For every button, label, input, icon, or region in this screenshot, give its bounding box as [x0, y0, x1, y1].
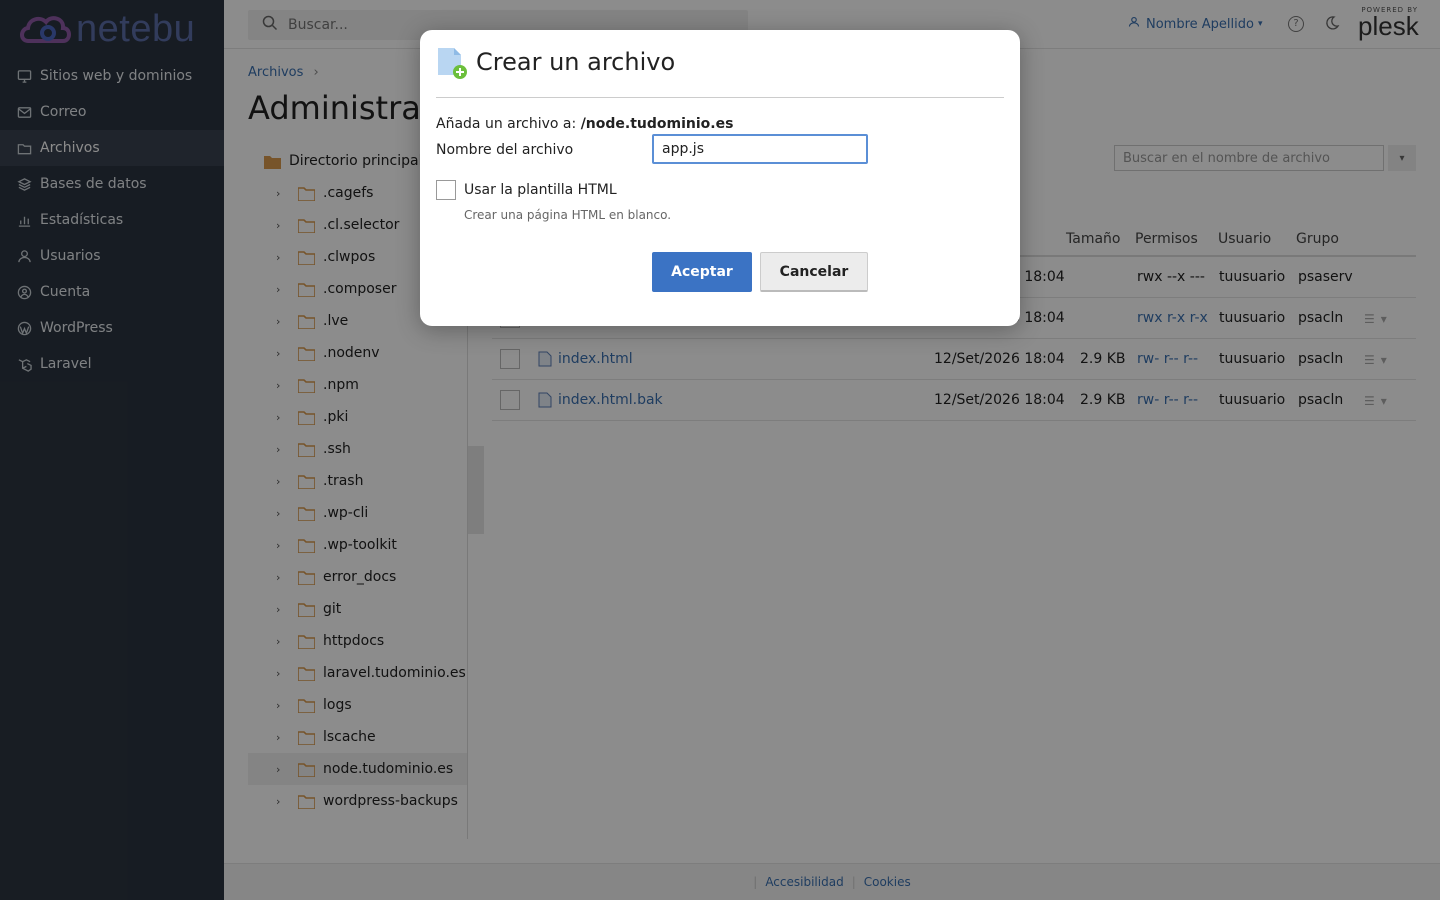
accept-button[interactable]: Aceptar — [652, 252, 752, 292]
dialog-title: Crear un archivo — [476, 48, 676, 76]
html-template-option[interactable]: Usar la plantilla HTML — [436, 180, 617, 200]
new-file-icon — [436, 46, 468, 80]
dialog-body: Añada un archivo a: /node.tudominio.es N… — [436, 116, 1004, 222]
cancel-button[interactable]: Cancelar — [760, 252, 868, 292]
html-template-label: Usar la plantilla HTML — [464, 182, 617, 198]
destination-label: Añada un archivo a: — [436, 116, 577, 132]
filename-input[interactable] — [652, 134, 868, 164]
destination-value: /node.tudominio.es — [580, 116, 734, 132]
html-template-checkbox[interactable] — [436, 180, 456, 200]
html-template-hint: Crear una página HTML en blanco. — [464, 208, 672, 222]
dialog-header: Crear un archivo — [436, 46, 1004, 98]
filename-label: Nombre del archivo — [436, 142, 574, 158]
destination-path: Añada un archivo a: /node.tudominio.es — [436, 116, 1004, 132]
create-file-dialog: Crear un archivo Añada un archivo a: /no… — [420, 30, 1020, 326]
